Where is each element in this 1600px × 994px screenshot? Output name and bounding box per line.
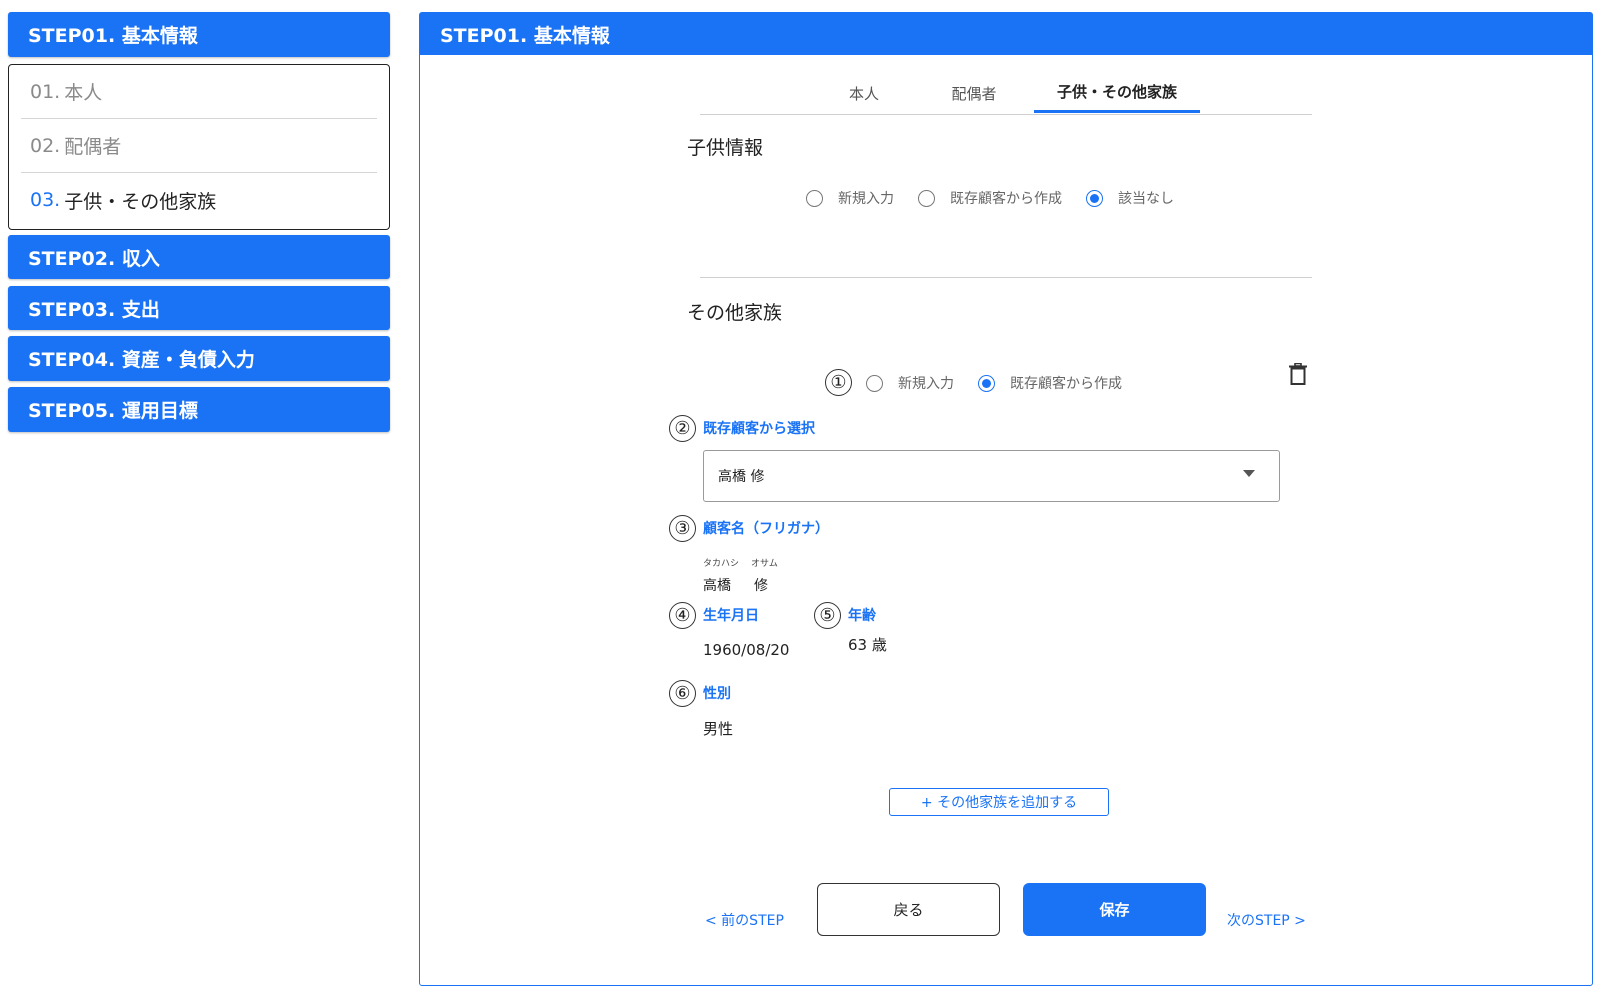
submenu-label: 子供・その他家族 [64,190,217,213]
marker-1: ① [825,369,852,396]
save-button[interactable]: 保存 [1023,883,1206,936]
birth-label: 生年月日 [703,608,759,624]
tabs-divider [700,114,1312,115]
children-title: 子供情報 [687,137,764,159]
name-kana-first: オサム [751,559,778,569]
sidebar-step3[interactable]: STEP03. 支出 [8,286,390,330]
main-header: STEP01. 基本情報 [420,13,1592,55]
submenu-num: 02. [30,134,61,157]
radio-children-new[interactable] [806,189,823,207]
select-value: 高橋 修 [718,469,765,485]
main-panel: STEP01. 基本情報 本人 配偶者 子供・その他家族 子供情報 新規入力 既… [419,12,1593,986]
sidebar-step1[interactable]: STEP01. 基本情報 [8,12,390,57]
children-radio-group: 新規入力 既存顧客から作成 該当なし [806,188,1198,208]
marker-6: ⑥ [669,680,696,707]
radio-other-new[interactable] [866,374,883,392]
customer-select[interactable]: 高橋 修 [703,450,1280,502]
name-first: 修 [754,578,768,594]
submenu-item-self[interactable]: 01. 本人 [21,65,377,119]
marker-4: ④ [669,602,696,629]
tab-children[interactable]: 子供・その他家族 [1034,73,1200,113]
sidebar-step2[interactable]: STEP02. 収入 [8,235,390,279]
trash-icon[interactable] [1289,363,1307,385]
radio-children-existing[interactable] [918,189,935,207]
section-divider [700,277,1312,278]
name-kana-last: タカハシ [703,559,740,569]
submenu-num: 01. [30,80,61,103]
chevron-down-icon [1243,470,1255,477]
other-radio-group: 新規入力 既存顧客から作成 [866,373,1146,393]
radio-label: 該当なし [1118,191,1174,207]
age-value: 63 歳 [848,636,887,654]
tab-spouse[interactable]: 配偶者 [930,73,1018,113]
radio-label: 新規入力 [838,191,894,207]
submenu-item-spouse[interactable]: 02. 配偶者 [21,119,377,173]
submenu-label: 配偶者 [64,136,122,158]
submenu-num: 03. [30,189,61,211]
prev-step-link[interactable]: < 前のSTEP [705,910,784,930]
birth-value: 1960/08/20 [703,641,790,659]
other-family-title: その他家族 [687,302,783,324]
back-button[interactable]: 戻る [817,883,1000,936]
step1-submenu: 01. 本人 02. 配偶者 03. 子供・その他家族 [8,64,390,230]
add-family-button[interactable]: + その他家族を追加する [889,788,1109,816]
submenu-label: 本人 [64,82,103,104]
gender-value: 男性 [703,720,734,738]
radio-label: 既存顧客から作成 [950,191,1062,207]
name-last: 高橋 [703,578,731,594]
sidebar-step5[interactable]: STEP05. 運用目標 [8,387,390,432]
radio-label: 既存顧客から作成 [1010,376,1122,392]
radio-label: 新規入力 [898,376,954,392]
tab-self[interactable]: 本人 [825,73,903,113]
radio-children-none[interactable] [1086,189,1103,207]
radio-other-existing[interactable] [978,374,995,392]
marker-3: ③ [669,515,696,542]
marker-2: ② [669,415,696,442]
submenu-item-children[interactable]: 03. 子供・その他家族 [21,173,377,227]
marker-5: ⑤ [814,602,841,629]
next-step-link[interactable]: 次のSTEP > [1227,910,1306,930]
gender-label: 性別 [703,686,731,702]
sidebar-step4[interactable]: STEP04. 資産・負債入力 [8,336,390,381]
name-label: 顧客名（フリガナ） [703,521,829,537]
age-label: 年齢 [848,608,876,624]
select-label: 既存顧客から選択 [703,421,815,437]
